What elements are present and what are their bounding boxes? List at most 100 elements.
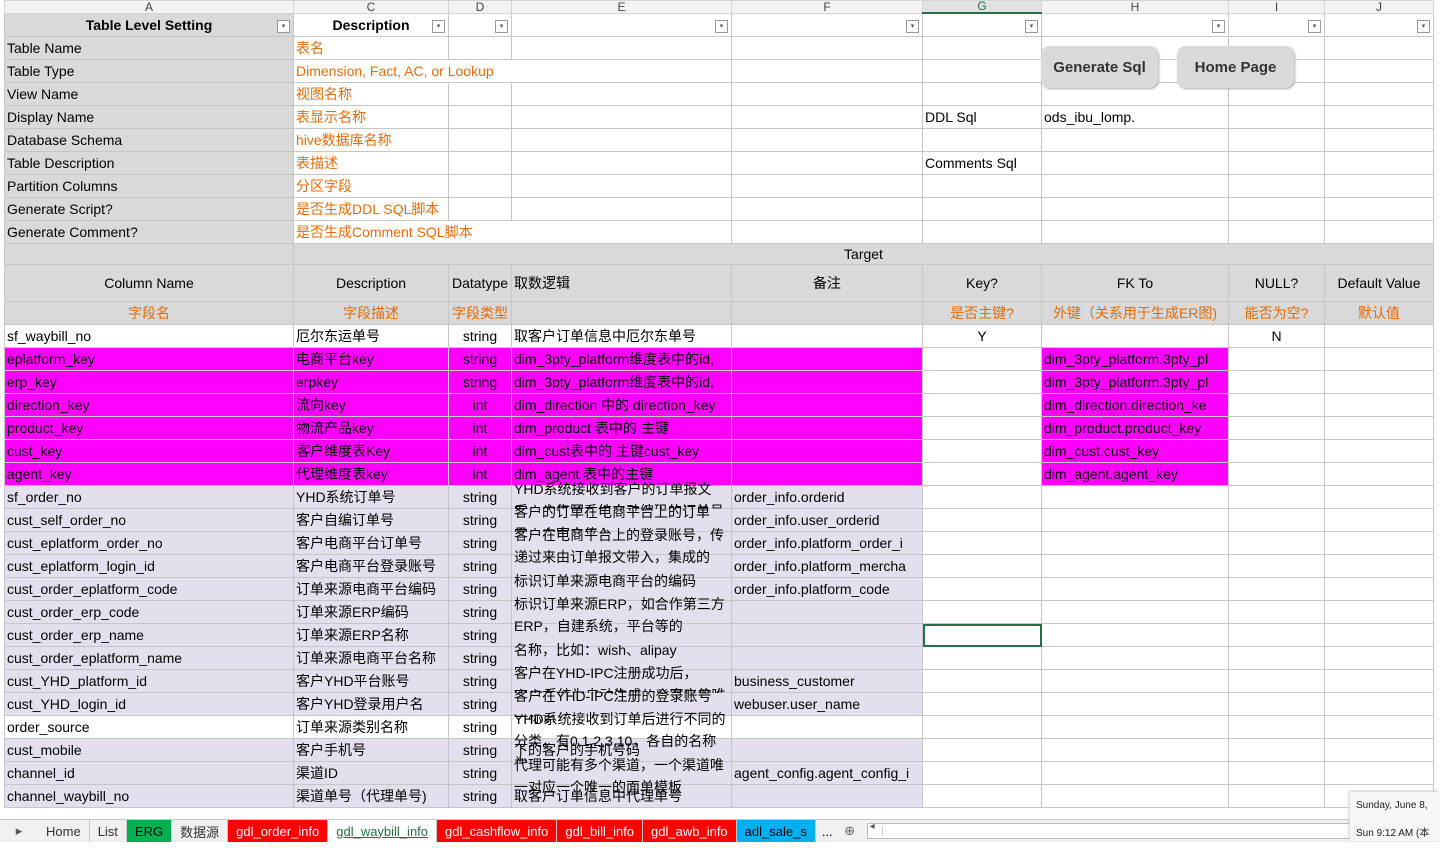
- filter-dropdown-icon[interactable]: ▾: [1212, 20, 1225, 33]
- table-level-setting-header[interactable]: Table Level Setting ▾: [4, 12, 294, 37]
- filter-dropdown-icon[interactable]: ▾: [906, 20, 919, 33]
- column-subheader[interactable]: 字段描述: [293, 301, 449, 325]
- key-cell[interactable]: [922, 784, 1042, 808]
- filter-cell[interactable]: ▾: [731, 12, 923, 37]
- empty-cell[interactable]: [922, 197, 1042, 221]
- datatype-cell[interactable]: string: [448, 485, 512, 509]
- key-cell[interactable]: [922, 370, 1042, 394]
- column-header-c[interactable]: C: [293, 0, 449, 14]
- setting-value[interactable]: 分区字段: [293, 174, 449, 198]
- description-cell[interactable]: 厄尔东运单号: [293, 324, 449, 348]
- note-cell[interactable]: [731, 738, 923, 762]
- column-header-label[interactable]: 备注: [731, 264, 923, 302]
- null-cell[interactable]: [1228, 715, 1325, 739]
- description-header[interactable]: Description ▾: [293, 12, 449, 37]
- datatype-cell[interactable]: string: [448, 692, 512, 716]
- filter-dropdown-icon[interactable]: ▾: [1417, 20, 1430, 33]
- column-subheader[interactable]: 默认值: [1324, 301, 1434, 325]
- description-cell[interactable]: 订单来源电商平台名称: [293, 646, 449, 670]
- column-subheader[interactable]: 能否为空?: [1228, 301, 1325, 325]
- default-cell[interactable]: [1324, 646, 1434, 670]
- column-header-label[interactable]: NULL?: [1228, 264, 1325, 302]
- datatype-cell[interactable]: int: [448, 416, 512, 440]
- logic-cell[interactable]: 客户在YHD-IPC注册成功后，YHD系统为自动生成一个客户的唯一标识: [511, 665, 732, 725]
- note-cell[interactable]: [731, 347, 923, 371]
- empty-cell[interactable]: [1228, 105, 1325, 129]
- note-cell[interactable]: [731, 784, 923, 808]
- empty-cell[interactable]: [731, 151, 923, 175]
- null-cell[interactable]: [1228, 462, 1325, 486]
- description-cell[interactable]: YHD系统订单号: [293, 485, 449, 509]
- setting-value[interactable]: 是否生成Comment SQL脚本: [293, 220, 732, 244]
- add-sheet-icon[interactable]: ⊕: [839, 820, 861, 842]
- column-name-cell[interactable]: cust_key: [4, 439, 294, 463]
- setting-label[interactable]: Partition Columns: [4, 174, 294, 198]
- empty-cell[interactable]: [448, 128, 512, 152]
- key-cell[interactable]: [922, 761, 1042, 785]
- scrollbar-thumb[interactable]: [881, 826, 1323, 836]
- horizontal-scrollbar[interactable]: ◂: [866, 821, 1434, 839]
- datatype-cell[interactable]: int: [448, 439, 512, 463]
- ddl-sql-value[interactable]: ods_ibu_lomp.: [1041, 105, 1229, 129]
- logic-cell[interactable]: 客户在YHD-IPC注册的登录账号: [511, 688, 732, 716]
- key-cell[interactable]: [922, 439, 1042, 463]
- empty-cell[interactable]: [731, 174, 923, 198]
- column-name-cell[interactable]: cust_YHD_login_id: [4, 692, 294, 716]
- logic-cell[interactable]: 代理可能有多个渠道，一个渠道唯一对应一个唯一的面单模板: [511, 757, 732, 795]
- column-header-label[interactable]: Datatype: [448, 264, 512, 302]
- fk-cell[interactable]: dim_direction.direction_ke: [1041, 393, 1229, 417]
- null-cell[interactable]: [1228, 554, 1325, 578]
- fk-cell[interactable]: [1041, 531, 1229, 555]
- column-name-cell[interactable]: cust_mobile: [4, 738, 294, 762]
- filter-dropdown-icon[interactable]: ▾: [1025, 20, 1038, 33]
- column-name-cell[interactable]: cust_eplatform_login_id: [4, 554, 294, 578]
- column-name-cell[interactable]: cust_eplatform_order_no: [4, 531, 294, 555]
- logic-cell[interactable]: dim_3pty_platform维度表中的id,: [511, 370, 732, 394]
- setting-label[interactable]: Database Schema: [4, 128, 294, 152]
- column-header-d[interactable]: D: [448, 0, 512, 14]
- sheet-tab[interactable]: Home: [38, 820, 90, 842]
- empty-cell[interactable]: [511, 105, 732, 129]
- fk-cell[interactable]: dim_3pty_platform.3pty_pl: [1041, 370, 1229, 394]
- empty-cell[interactable]: [511, 128, 732, 152]
- empty-cell[interactable]: [922, 220, 1042, 244]
- description-cell[interactable]: 订单来源类别名称: [293, 715, 449, 739]
- null-cell[interactable]: [1228, 347, 1325, 371]
- column-header-f[interactable]: F: [731, 0, 923, 14]
- default-cell[interactable]: [1324, 531, 1434, 555]
- description-cell[interactable]: 订单来源电商平台编码: [293, 577, 449, 601]
- setting-label[interactable]: Table Type: [4, 59, 294, 83]
- setting-label[interactable]: Generate Script?: [4, 197, 294, 221]
- empty-cell[interactable]: [511, 151, 732, 175]
- note-cell[interactable]: webuser.user_name: [731, 692, 923, 716]
- description-cell[interactable]: 客户手机号: [293, 738, 449, 762]
- logic-cell[interactable]: dim_product 表中的 主键: [511, 416, 732, 440]
- column-name-cell[interactable]: erp_key: [4, 370, 294, 394]
- empty-cell[interactable]: [511, 36, 732, 60]
- logic-cell[interactable]: [511, 623, 732, 647]
- empty-cell[interactable]: [922, 174, 1042, 198]
- datatype-cell[interactable]: string: [448, 370, 512, 394]
- datatype-cell[interactable]: string: [448, 531, 512, 555]
- default-cell[interactable]: [1324, 715, 1434, 739]
- note-cell[interactable]: [731, 370, 923, 394]
- fk-cell[interactable]: [1041, 600, 1229, 624]
- column-name-cell[interactable]: channel_id: [4, 761, 294, 785]
- sheet-tab[interactable]: gdl_waybill_info: [328, 820, 438, 842]
- note-cell[interactable]: order_info.platform_code: [731, 577, 923, 601]
- filter-cell[interactable]: ▾: [1324, 12, 1434, 37]
- key-cell[interactable]: [922, 600, 1042, 624]
- comments-sql-value[interactable]: [1041, 151, 1229, 175]
- key-cell[interactable]: [922, 393, 1042, 417]
- filter-dropdown-icon[interactable]: ▾: [1308, 20, 1321, 33]
- logic-cell[interactable]: 标识订单来源ERP，如合作第三方ERP，自建系统，平台等的: [511, 596, 732, 634]
- datatype-cell[interactable]: string: [448, 715, 512, 739]
- setting-label[interactable]: Generate Comment?: [4, 220, 294, 244]
- fk-cell[interactable]: [1041, 761, 1229, 785]
- filter-dropdown-icon[interactable]: ▾: [495, 20, 508, 33]
- key-cell[interactable]: [922, 485, 1042, 509]
- note-cell[interactable]: [731, 416, 923, 440]
- setting-value[interactable]: 表名: [293, 36, 449, 60]
- key-cell[interactable]: [922, 577, 1042, 601]
- null-cell[interactable]: [1228, 784, 1325, 808]
